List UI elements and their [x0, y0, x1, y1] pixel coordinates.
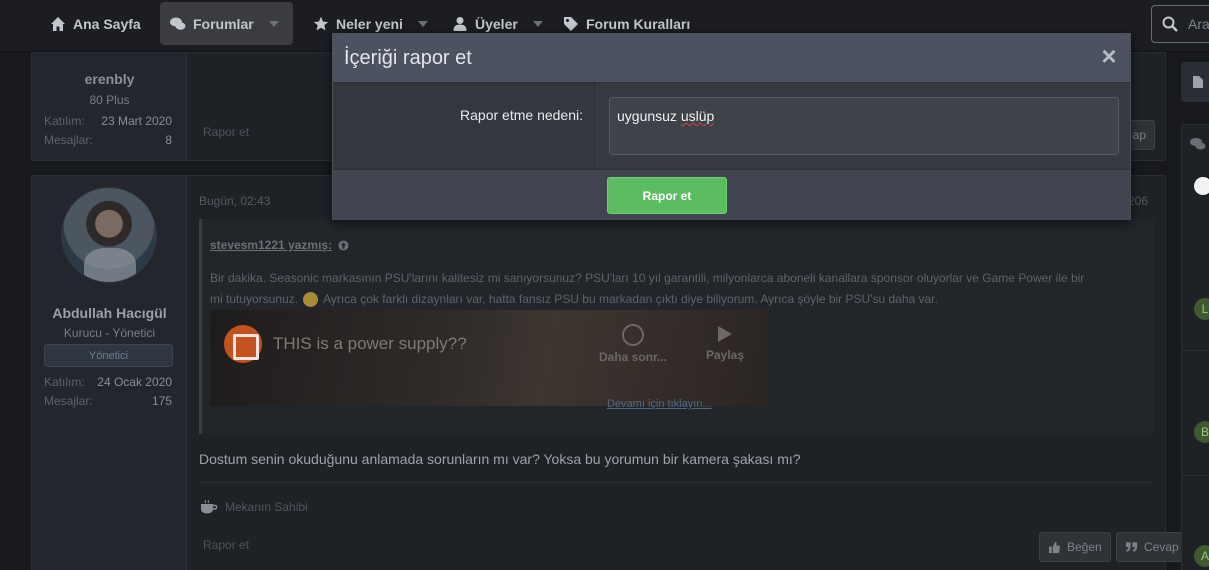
report-reason-label: Rapor etme nedeni:: [460, 107, 583, 123]
misspelled-word: uslüp: [680, 108, 715, 124]
submit-report-button[interactable]: Rapor et: [607, 177, 727, 214]
close-icon[interactable]: ×: [1098, 43, 1120, 69]
label-column: Rapor etme nedeni:: [333, 83, 595, 170]
dialog-footer: Rapor et: [333, 169, 1130, 220]
dialog-header: İçeriği rapor et ×: [333, 34, 1130, 82]
dialog-title: İçeriği rapor et: [344, 46, 472, 69]
report-content-dialog: İçeriği rapor et × Rapor etme nedeni: uy…: [332, 33, 1131, 220]
report-reason-text: uygunsuz: [617, 108, 681, 124]
report-reason-textarea[interactable]: uygunsuz uslüp: [609, 97, 1119, 155]
report-reason-row: Rapor etme nedeni: uygunsuz uslüp: [333, 82, 1130, 170]
